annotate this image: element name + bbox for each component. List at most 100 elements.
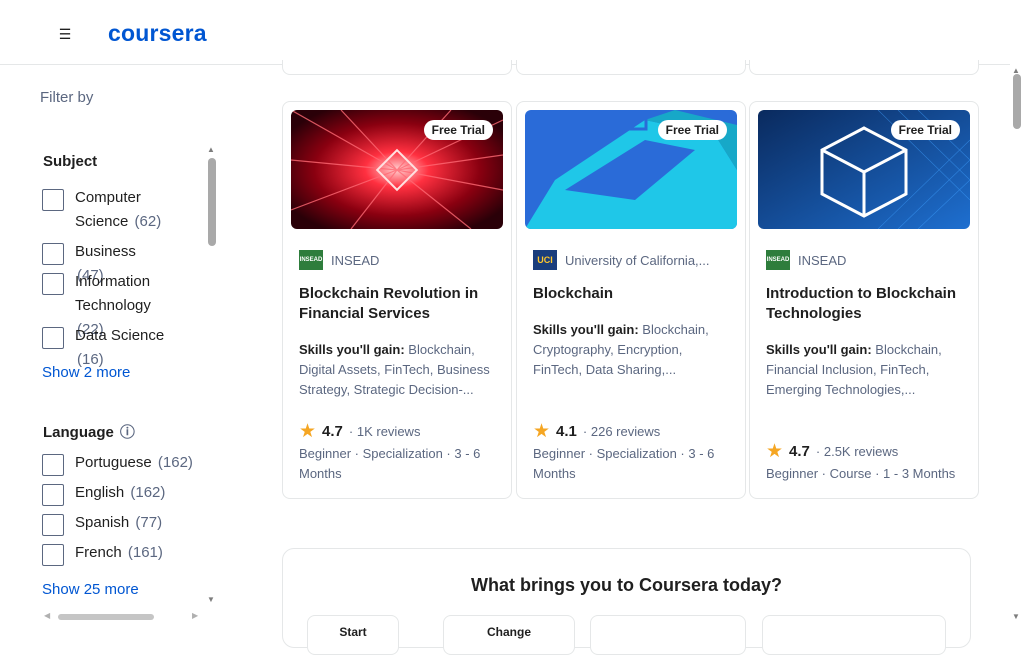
sidebar-scroll-up-icon[interactable]: ▲ [207,145,215,154]
course-card[interactable]: Free Trial INSEAD INSEAD Introduction to… [749,101,979,499]
rating: ★ 4.1 · 226 reviews [533,420,660,443]
filter-option-english[interactable]: English (162) [42,481,205,506]
sidebar-scroll-down-icon[interactable]: ▼ [207,595,215,604]
review-count: 2.5K reviews [823,444,899,459]
filter-sidebar: Subject Computer Science (62) Business (… [38,144,220,604]
sidebar-scroll-left-icon[interactable]: ◀ [44,611,50,620]
filter-option-french[interactable]: French (161) [42,541,205,566]
skills-label: Skills you'll gain: [766,342,872,357]
checkbox[interactable] [42,544,64,566]
free-trial-badge: Free Trial [423,120,493,140]
checkbox[interactable] [42,273,64,295]
option-count: (162) [157,454,193,471]
sidebar-horizontal-scrollbar[interactable] [58,614,154,620]
page-scrollbar[interactable] [1013,74,1021,129]
rating: ★ 4.7 · 2.5K reviews [766,440,898,463]
uci-logo: UCI [533,250,557,270]
course-image: Free Trial [758,110,970,229]
language-show-more-link[interactable]: Show 25 more [42,581,139,598]
review-count: 1K reviews [356,424,421,439]
sidebar-scrollbar[interactable] [208,158,216,246]
checkbox[interactable] [42,189,64,211]
option-count: (162) [130,484,166,501]
info-icon[interactable]: ⓘ [120,424,135,441]
checkbox[interactable] [42,454,64,476]
option-label: Business [75,243,136,260]
rating-value: 4.1 [556,423,577,440]
option-label: Spanish [75,514,130,531]
insead-logo: INSEAD [766,250,790,270]
separator: · [582,424,591,439]
partner-name: UCI University of California,... [533,250,733,270]
course-title[interactable]: Introduction to Blockchain Technologies [766,284,964,324]
star-icon: ★ [766,441,784,462]
option-count: (62) [134,213,162,230]
course-image: Free Trial [525,110,737,229]
free-trial-badge: Free Trial [657,120,727,140]
language-heading: Language ⓘ [43,421,135,442]
previous-card-bottom [516,60,746,75]
rating-value: 4.7 [322,423,343,440]
option-label: English [75,484,125,501]
option-label: Portuguese [75,454,152,471]
coursera-logo[interactable]: coursera [108,20,207,47]
course-image: Free Trial [291,110,503,229]
option-label: Computer Science [75,189,141,230]
goal-option[interactable] [590,615,746,655]
option-count: (161) [127,544,163,561]
filter-option-spanish[interactable]: Spanish (77) [42,511,205,536]
skills-label: Skills you'll gain: [533,322,639,337]
subject-heading: Subject [43,153,98,170]
free-trial-badge: Free Trial [890,120,960,140]
menu-icon[interactable]: ☰ [48,20,82,48]
page-scroll-down-icon[interactable]: ▼ [1012,612,1020,621]
separator: · [348,424,357,439]
separator: · [815,444,824,459]
language-title: Language [43,424,114,441]
partner-name: INSEAD INSEAD [766,250,966,270]
review-count: 226 reviews [590,424,661,439]
partner-name: INSEAD INSEAD [299,250,499,270]
previous-card-bottom [282,60,512,75]
option-label: Data Science [75,327,165,344]
checkbox[interactable] [42,484,64,506]
goals-section: What brings you to Coursera today? Start… [282,548,971,655]
previous-card-bottom [749,60,979,75]
course-meta: Beginner · Course · 1 - 3 Months [766,466,956,481]
skills-text: Skills you'll gain: Blockchain, Financia… [766,340,964,400]
partner-label: INSEAD [798,252,847,268]
star-icon: ★ [299,421,317,442]
partner-label: INSEAD [331,252,380,268]
course-title[interactable]: Blockchain Revolution in Financial Servi… [299,284,497,324]
course-card[interactable]: Free Trial INSEAD INSEAD Blockchain Revo… [282,101,512,499]
goals-title: What brings you to Coursera today? [470,575,783,595]
goal-option-start[interactable]: Start [307,615,399,655]
filter-option-computer-science[interactable]: Computer Science (62) [42,186,167,234]
checkbox[interactable] [42,243,64,265]
skills-label: Skills you'll gain: [299,342,405,357]
insead-logo: INSEAD [299,250,323,270]
course-meta: Beginner · Specialization · 3 - 6 Months [533,446,715,481]
filter-option-portuguese[interactable]: Portuguese (162) [42,451,205,476]
star-icon: ★ [533,421,551,442]
checkbox[interactable] [42,327,64,349]
skills-text: Skills you'll gain: Blockchain, Digital … [299,340,497,400]
course-title[interactable]: Blockchain [533,284,731,304]
option-label: Information Technology [75,273,151,314]
skills-text: Skills you'll gain: Blockchain, Cryptogr… [533,320,731,380]
sidebar-scroll-right-icon[interactable]: ▶ [192,611,198,620]
top-header: ☰ coursera [0,0,1010,65]
course-meta: Beginner · Specialization · 3 - 6 Months [299,446,481,481]
rating: ★ 4.7 · 1K reviews [299,420,420,443]
goal-option[interactable] [762,615,946,655]
partner-label: University of California,... [565,252,710,268]
option-count: (77) [135,514,163,531]
checkbox[interactable] [42,514,64,536]
goal-option-change[interactable]: Change [443,615,575,655]
option-label: French [75,544,122,561]
page-scrollbar-track [1010,65,1024,629]
rating-value: 4.7 [789,443,810,460]
subject-show-more-link[interactable]: Show 2 more [42,364,130,381]
filter-by-heading: Filter by [40,89,94,106]
course-card[interactable]: Free Trial UCI University of California,… [516,101,746,499]
